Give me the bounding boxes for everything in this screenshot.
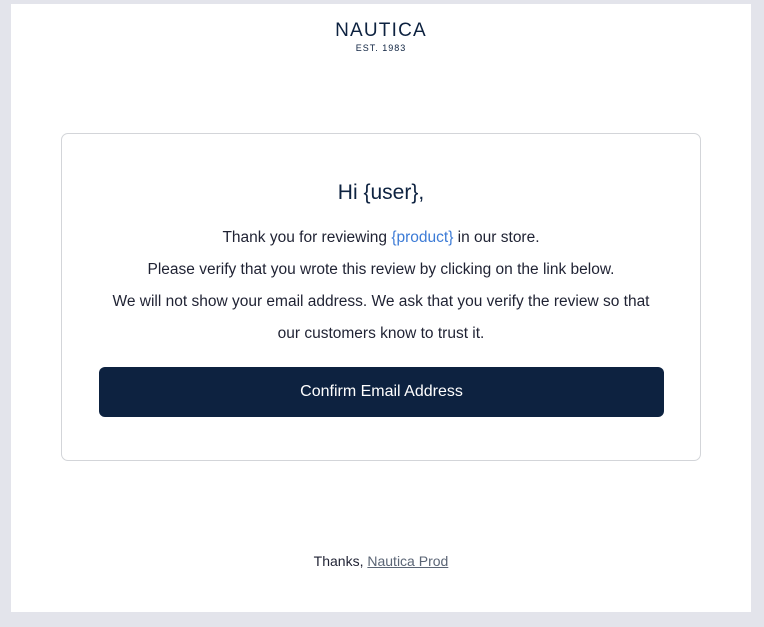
- sender-link[interactable]: Nautica Prod: [367, 553, 448, 569]
- footer-signoff: Thanks, Nautica Prod: [11, 553, 751, 569]
- logo-tagline: EST. 1983: [355, 43, 407, 53]
- footer-thanks-text: Thanks,: [313, 553, 368, 569]
- product-placeholder-link[interactable]: {product}: [391, 229, 453, 246]
- message-body: Thank you for reviewing {product} in our…: [62, 222, 700, 350]
- message-line-1-suffix: in our store.: [453, 229, 540, 246]
- logo-brand-name: NAUTICA: [335, 20, 427, 41]
- greeting-heading: Hi {user},: [337, 181, 425, 204]
- verification-card: Hi {user}, Thank you for reviewing {prod…: [61, 133, 701, 461]
- message-line-3: We will not show your email address. We …: [112, 293, 650, 310]
- message-line-1-prefix: Thank you for reviewing: [222, 229, 392, 246]
- message-line-4: our customers know to trust it.: [277, 325, 485, 342]
- nautica-logo: NAUTICA EST. 1983: [11, 21, 751, 54]
- message-line-2: Please verify that you wrote this review…: [147, 261, 615, 278]
- message-line-1: Thank you for reviewing {product} in our…: [62, 222, 700, 254]
- confirm-email-button[interactable]: Confirm Email Address: [99, 367, 664, 417]
- email-page: NAUTICA EST. 1983 Hi {user}, Thank you f…: [11, 4, 751, 612]
